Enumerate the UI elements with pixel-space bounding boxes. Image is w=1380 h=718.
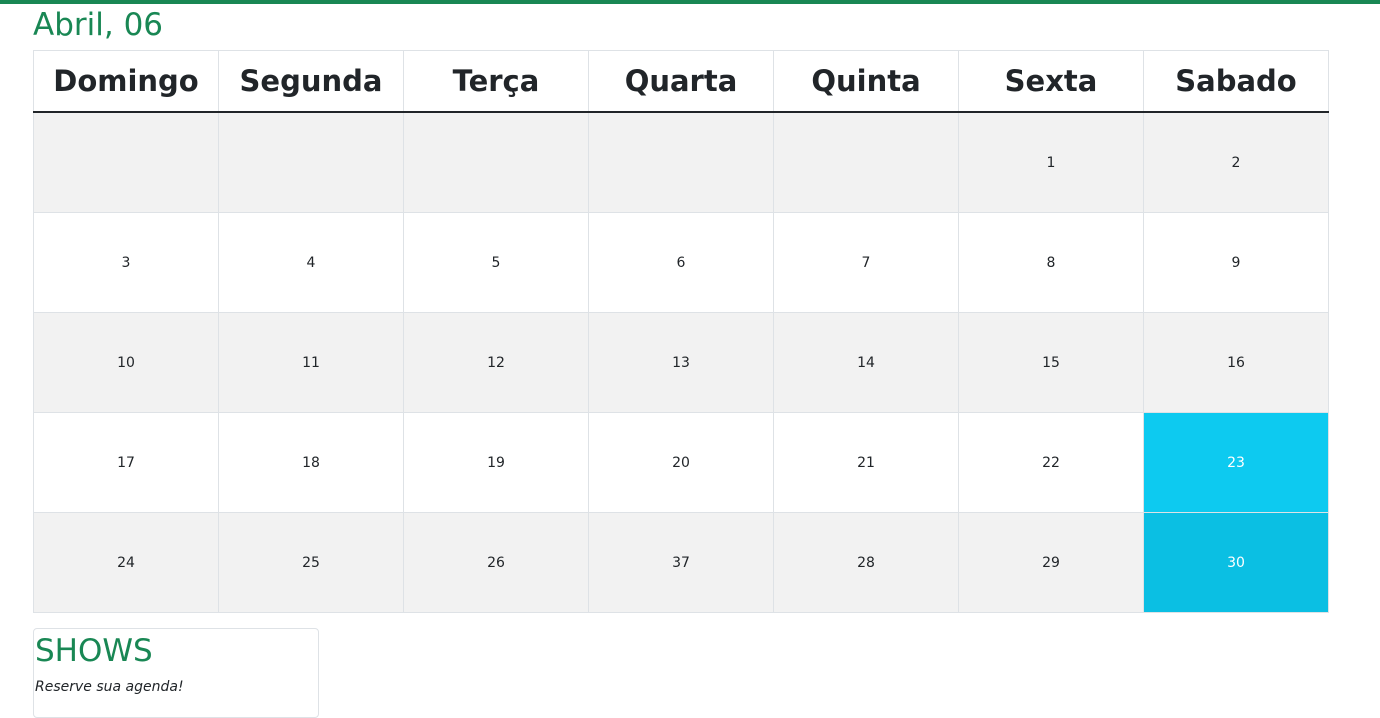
calendar-day-cell[interactable]: 4: [218, 212, 404, 313]
calendar-week-row: 1 2: [33, 111, 1329, 213]
calendar-day-cell[interactable]: 6: [588, 212, 774, 313]
calendar-day-cell: [588, 111, 774, 213]
calendar-day-cell[interactable]: 5: [403, 212, 589, 313]
calendar-day-cell: [218, 111, 404, 213]
calendar-table: Domingo Segunda Terça Quarta Quinta Sext…: [33, 50, 1329, 613]
calendar-day-cell: [773, 111, 959, 213]
calendar-day-cell[interactable]: 28: [773, 512, 959, 613]
calendar-day-cell[interactable]: 37: [588, 512, 774, 613]
calendar-day-cell[interactable]: 17: [33, 412, 219, 513]
calendar-day-cell[interactable]: 14: [773, 312, 959, 413]
shows-title: SHOWS: [35, 633, 153, 669]
calendar-day-cell-highlighted[interactable]: 23: [1143, 412, 1329, 513]
calendar-day-cell[interactable]: 11: [218, 312, 404, 413]
calendar-day-cell[interactable]: 8: [958, 212, 1144, 313]
calendar-day-cell-highlighted[interactable]: 30: [1143, 512, 1329, 613]
calendar-day-cell[interactable]: 20: [588, 412, 774, 513]
weekday-header-sexta: Sexta: [958, 50, 1144, 113]
calendar-week-row: 24 25 26 37 28 29 30: [33, 512, 1329, 613]
calendar-day-cell[interactable]: 22: [958, 412, 1144, 513]
calendar-day-cell[interactable]: 1: [958, 111, 1144, 213]
weekday-header-sabado: Sabado: [1143, 50, 1329, 113]
weekday-header-segunda: Segunda: [218, 50, 404, 113]
month-title: Abril, 06: [33, 7, 164, 43]
calendar-day-cell[interactable]: 13: [588, 312, 774, 413]
calendar-day-cell: [403, 111, 589, 213]
calendar-day-cell[interactable]: 16: [1143, 312, 1329, 413]
calendar-day-cell[interactable]: 2: [1143, 111, 1329, 213]
calendar-week-row: 10 11 12 13 14 15 16: [33, 312, 1329, 413]
calendar-day-cell[interactable]: 15: [958, 312, 1144, 413]
weekday-header-quinta: Quinta: [773, 50, 959, 113]
calendar-day-cell[interactable]: 12: [403, 312, 589, 413]
calendar-week-row: 3 4 5 6 7 8 9: [33, 212, 1329, 313]
weekday-header-quarta: Quarta: [588, 50, 774, 113]
calendar-day-cell[interactable]: 24: [33, 512, 219, 613]
shows-subtitle: Reserve sua agenda!: [35, 679, 184, 695]
calendar-day-cell[interactable]: 25: [218, 512, 404, 613]
weekday-header-domingo: Domingo: [33, 50, 219, 113]
calendar-header-row: Domingo Segunda Terça Quarta Quinta Sext…: [33, 50, 1329, 113]
calendar-day-cell[interactable]: 26: [403, 512, 589, 613]
weekday-header-terca: Terça: [403, 50, 589, 113]
calendar-day-cell[interactable]: 10: [33, 312, 219, 413]
calendar-week-row: 17 18 19 20 21 22 23: [33, 412, 1329, 513]
top-accent-bar: [0, 0, 1380, 4]
calendar-day-cell[interactable]: 3: [33, 212, 219, 313]
calendar-day-cell[interactable]: 19: [403, 412, 589, 513]
calendar-day-cell: [33, 111, 219, 213]
calendar-day-cell[interactable]: 21: [773, 412, 959, 513]
calendar-day-cell[interactable]: 7: [773, 212, 959, 313]
calendar-day-cell[interactable]: 9: [1143, 212, 1329, 313]
calendar-day-cell[interactable]: 18: [218, 412, 404, 513]
calendar-day-cell[interactable]: 29: [958, 512, 1144, 613]
